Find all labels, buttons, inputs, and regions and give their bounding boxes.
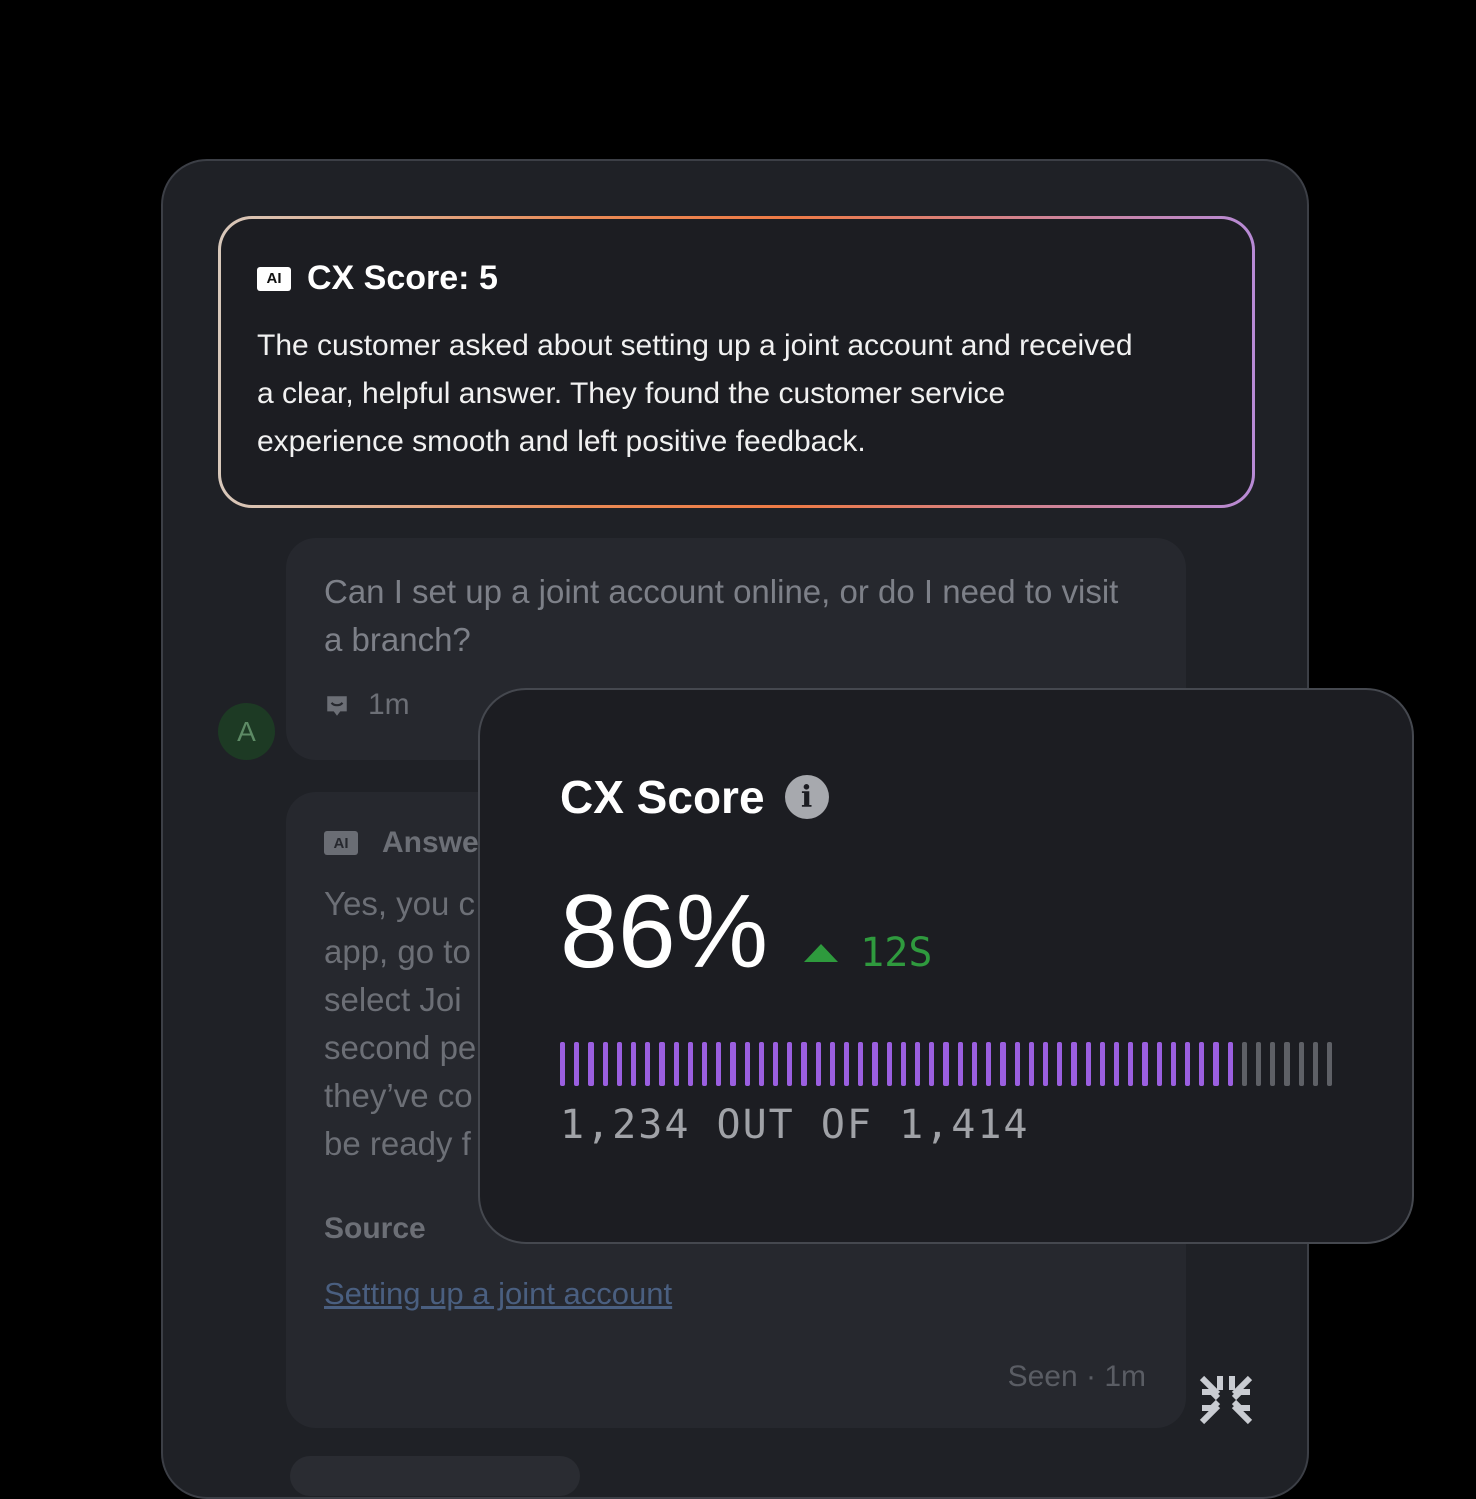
progress-tick <box>1113 1042 1120 1086</box>
ai-badge-icon: AI <box>324 831 358 855</box>
progress-tick <box>943 1042 949 1086</box>
progress-tick <box>574 1042 580 1086</box>
answer-title: Answe <box>382 826 479 859</box>
progress-tick <box>702 1042 708 1086</box>
progress-tick <box>957 1042 963 1086</box>
seen-status: Seen · 1m <box>1007 1360 1146 1393</box>
progress-tick <box>773 1042 779 1086</box>
progress-tick <box>1170 1042 1176 1086</box>
progress-tick <box>602 1042 608 1086</box>
progress-tick <box>631 1042 637 1086</box>
progress-tick <box>1085 1042 1091 1086</box>
progress-tick <box>929 1042 935 1086</box>
progress-tick <box>659 1042 665 1086</box>
progress-tick <box>744 1042 750 1086</box>
progress-tick <box>858 1042 864 1086</box>
progress-tick <box>1071 1042 1077 1086</box>
progress-tick <box>1312 1042 1318 1086</box>
score-progress-bar <box>560 1042 1333 1086</box>
progress-tick <box>758 1042 765 1086</box>
progress-tick <box>687 1042 694 1086</box>
progress-tick <box>1156 1042 1162 1086</box>
progress-tick <box>730 1042 736 1086</box>
progress-tick <box>787 1042 793 1086</box>
progress-tick <box>844 1042 850 1086</box>
progress-tick <box>1000 1042 1006 1086</box>
progress-tick <box>1255 1042 1262 1086</box>
summary-title: CX Score: 5 <box>307 259 498 297</box>
arrow-up-icon <box>804 944 839 962</box>
progress-tick <box>1213 1042 1219 1086</box>
progress-tick <box>673 1042 679 1086</box>
info-icon[interactable]: i <box>784 775 829 819</box>
summary-text: The customer asked about setting up a jo… <box>257 329 1133 458</box>
message-time: 1m <box>368 688 410 721</box>
progress-tick <box>900 1042 907 1086</box>
progress-tick <box>1326 1042 1333 1086</box>
score-caption: 1,234 OUT OF 1,414 <box>560 1102 1030 1148</box>
progress-tick <box>1241 1042 1247 1086</box>
progress-tick <box>1199 1042 1205 1086</box>
cx-score-card: CX Score i 86% 12S 1,234 OUT OF 1,414 <box>478 688 1414 1244</box>
customer-message-text: Can I set up a joint account online, or … <box>324 573 1119 658</box>
progress-tick <box>1270 1042 1276 1086</box>
progress-tick <box>986 1042 992 1086</box>
progress-tick <box>872 1042 878 1086</box>
progress-tick <box>560 1042 566 1086</box>
progress-tick <box>1014 1042 1020 1086</box>
score-value: 86% <box>560 874 769 990</box>
progress-tick <box>716 1042 722 1086</box>
score-card-title: CX Score <box>560 771 765 823</box>
progress-tick <box>801 1042 807 1086</box>
progress-tick <box>886 1042 892 1086</box>
progress-tick <box>1042 1042 1049 1086</box>
score-delta: 12S <box>804 930 932 976</box>
progress-tick <box>1028 1042 1034 1086</box>
progress-tick <box>588 1042 594 1086</box>
progress-tick <box>1057 1042 1063 1086</box>
progress-tick <box>1298 1042 1304 1086</box>
progress-tick <box>1128 1042 1134 1086</box>
brand-logo-icon <box>1198 1372 1254 1428</box>
progress-tick <box>616 1042 623 1086</box>
ai-badge-icon: AI <box>257 266 291 291</box>
progress-tick <box>915 1042 921 1086</box>
progress-tick <box>829 1042 836 1086</box>
next-message-stub <box>290 1456 580 1496</box>
progress-tick <box>1142 1042 1148 1086</box>
delta-text: 12S <box>860 930 933 976</box>
progress-tick <box>1284 1042 1290 1086</box>
progress-tick <box>1099 1042 1105 1086</box>
cx-summary-card: AI CX Score: 5 The customer asked about … <box>218 216 1255 508</box>
source-link[interactable]: Setting up a joint account <box>324 1276 672 1312</box>
progress-tick <box>645 1042 651 1086</box>
progress-tick <box>971 1042 978 1086</box>
progress-tick <box>1227 1042 1233 1086</box>
chat-icon <box>324 693 348 717</box>
progress-tick <box>1184 1042 1191 1086</box>
progress-tick <box>815 1042 821 1086</box>
avatar: A <box>218 703 275 760</box>
